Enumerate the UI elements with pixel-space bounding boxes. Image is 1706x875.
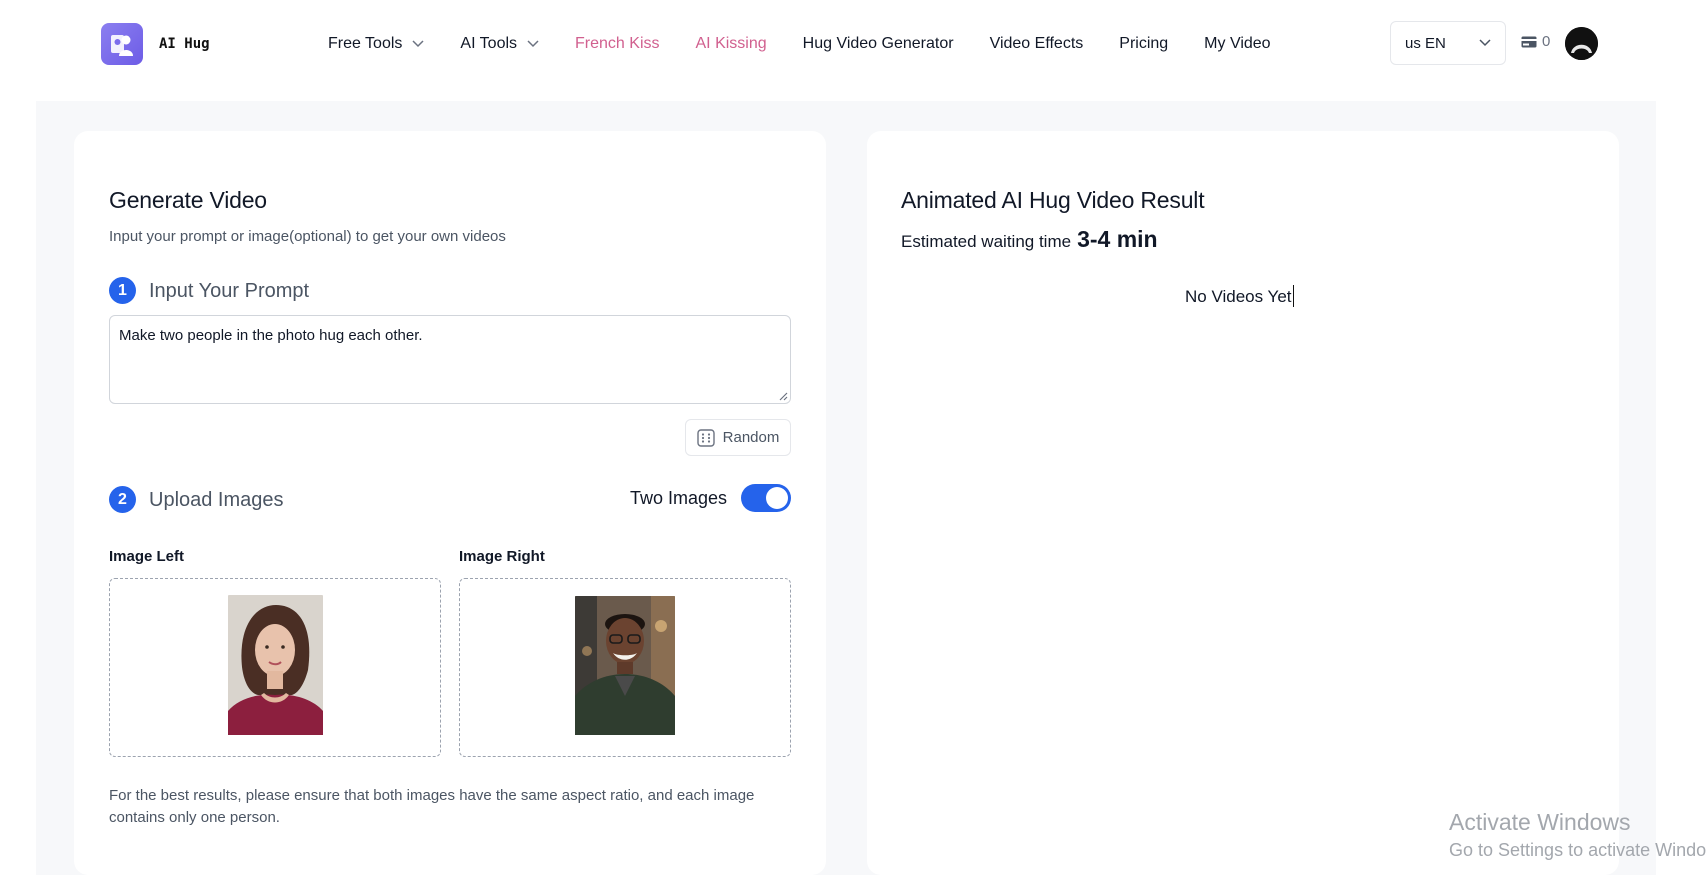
step-2-title: Upload Images: [149, 489, 284, 511]
image-right-dropzone[interactable]: [459, 578, 791, 757]
image-right-label: Image Right: [459, 548, 545, 565]
prompt-textarea[interactable]: Make two people in the photo hug each ot…: [109, 315, 791, 404]
watermark-line-1: Activate Windows: [1449, 809, 1631, 835]
language-select[interactable]: us EN: [1390, 21, 1506, 65]
two-images-label: Two Images: [630, 488, 728, 508]
uploaded-photo-left: [227, 595, 323, 740]
nav-ai-tools[interactable]: AI Tools: [460, 35, 539, 53]
text-caret: [1292, 285, 1294, 307]
upload-tip-note: For the best results, please ensure that…: [109, 787, 755, 826]
empty-state-label: No Videos Yet: [1185, 287, 1292, 306]
random-label: Random: [722, 429, 780, 446]
step-1-badge: 1: [109, 277, 136, 304]
user-avatar[interactable]: [1565, 27, 1598, 60]
empty-state-text: No Videos Yet: [1185, 285, 1294, 307]
uploaded-photo-right: [575, 595, 675, 740]
nav-label: Free Tools: [328, 35, 403, 52]
resize-grip-icon[interactable]: [778, 391, 788, 401]
chevron-down-icon: [1479, 39, 1491, 47]
nav-video-effects[interactable]: Video Effects: [990, 35, 1084, 53]
two-images-toggle[interactable]: [741, 484, 791, 512]
estimated-time-label: Estimated waiting time: [901, 232, 1072, 251]
site-logo[interactable]: AI Hug: [101, 23, 210, 65]
nav-hug-video-generator[interactable]: Hug Video Generator: [803, 35, 954, 53]
image-left-label: Image Left: [109, 548, 185, 565]
credits-counter[interactable]: 0: [1521, 33, 1550, 50]
step-2-badge: 2: [109, 486, 136, 513]
credits-value: 0: [1542, 33, 1551, 50]
chevron-down-icon: [412, 40, 424, 48]
chevron-down-icon: [527, 40, 539, 48]
estimated-time: Estimated waiting time 3-4 min: [901, 226, 1158, 253]
toggle-knob: [766, 487, 788, 509]
generate-subtitle: Input your prompt or image(optional) to …: [109, 228, 506, 245]
credit-card-icon: [1521, 36, 1537, 47]
top-header: AI Hug Free Tools AI Tools French Kiss A…: [0, 0, 1706, 88]
windows-activation-watermark: Activate Windows Go to Settings to activ…: [1449, 809, 1706, 861]
nav-label: AI Tools: [460, 35, 518, 52]
watermark-line-2: Go to Settings to activate Windows.: [1449, 840, 1706, 860]
image-left-dropzone[interactable]: [109, 578, 441, 757]
prompt-text: Make two people in the photo hug each ot…: [119, 327, 423, 344]
generate-title: Generate Video: [109, 187, 267, 213]
nav-free-tools[interactable]: Free Tools: [328, 35, 424, 53]
nav-ai-kissing[interactable]: AI Kissing: [696, 35, 767, 53]
hug-logo-icon: [101, 23, 143, 65]
main-nav: Free Tools AI Tools French Kiss AI Kissi…: [328, 0, 1307, 88]
logo-text: AI Hug: [159, 36, 210, 52]
language-value: us EN: [1405, 34, 1446, 52]
dice-icon: [696, 428, 715, 447]
step-1-title: Input Your Prompt: [149, 280, 310, 302]
nav-french-kiss[interactable]: French Kiss: [575, 35, 659, 53]
estimated-time-value: 3-4 min: [1077, 226, 1158, 252]
result-title: Animated AI Hug Video Result: [901, 187, 1205, 213]
random-prompt-button[interactable]: Random: [685, 419, 791, 456]
nav-my-video[interactable]: My Video: [1204, 35, 1270, 53]
nav-pricing[interactable]: Pricing: [1119, 35, 1168, 53]
